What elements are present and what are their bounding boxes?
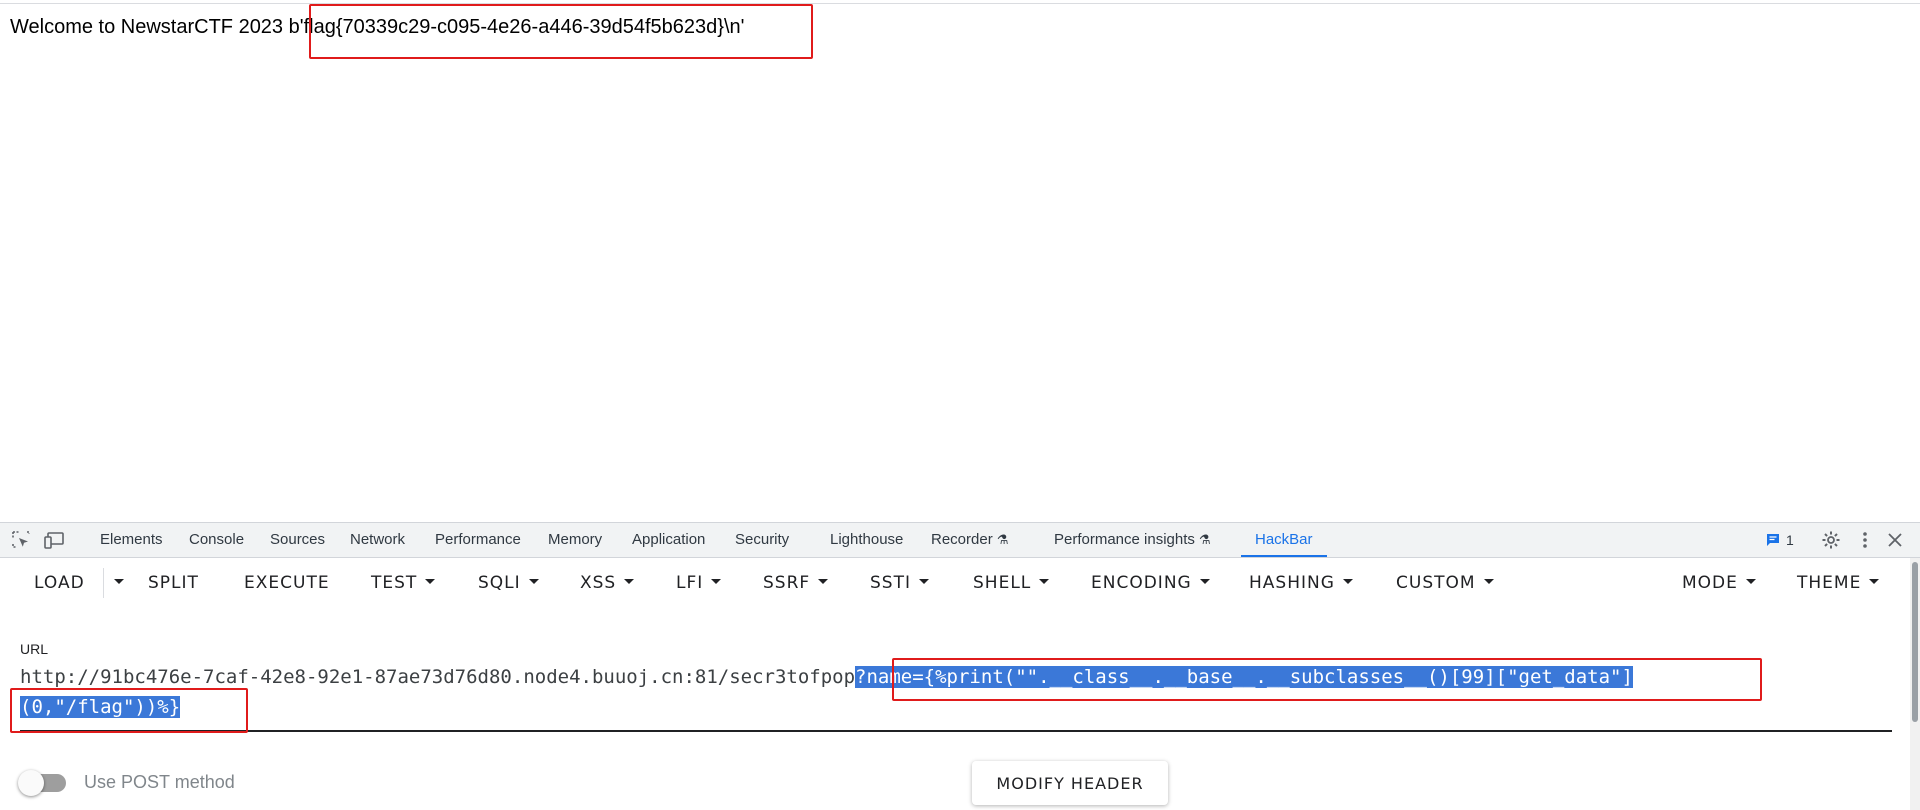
tab-console[interactable]: Console (189, 523, 244, 557)
caret-down-icon (528, 578, 539, 584)
ssrf-menu-button[interactable]: SSRF (763, 558, 829, 608)
hashing-menu-button[interactable]: HASHING (1249, 558, 1353, 608)
caret-down-icon (624, 578, 635, 584)
test-label: TEST (371, 573, 418, 593)
custom-menu-button[interactable]: CUSTOM (1396, 558, 1494, 608)
lfi-menu-button[interactable]: LFI (676, 558, 722, 608)
tab-network[interactable]: Network (350, 523, 405, 557)
encoding-label: ENCODING (1091, 573, 1192, 593)
welcome-text: Welcome to NewstarCTF 2023 (10, 16, 289, 38)
caret-down-icon (1745, 578, 1756, 584)
load-button[interactable]: LOAD (34, 558, 85, 608)
xss-label: XSS (580, 573, 617, 593)
url-label: URL (20, 641, 49, 657)
url-line-1: http://91bc476e-7caf-42e8-92e1-87ae73d76… (20, 662, 1633, 692)
tab-recorder-label: Recorder (931, 531, 993, 548)
tab-hackbar[interactable]: HackBar (1241, 523, 1327, 557)
caret-down-icon (1869, 578, 1880, 584)
issues-count: 1 (1786, 532, 1794, 548)
url-textarea[interactable]: http://91bc476e-7caf-42e8-92e1-87ae73d76… (20, 662, 1892, 732)
page-body-text: Welcome to NewstarCTF 2023 b'flag{70339c… (10, 14, 744, 40)
encoding-menu-button[interactable]: ENCODING (1091, 558, 1210, 608)
mode-label: MODE (1682, 573, 1738, 593)
url-selected-query-part1: ?name={%print("".__class__.__base__.__su… (855, 666, 1633, 688)
mode-menu-button[interactable]: MODE (1682, 558, 1756, 608)
caret-down-icon (1342, 578, 1353, 584)
issues-badge[interactable]: 1 (1766, 523, 1794, 557)
url-line-2: (0,"/flag"))%} (20, 692, 181, 722)
ssrf-label: SSRF (763, 573, 811, 593)
caret-down-icon (1483, 578, 1494, 584)
execute-button[interactable]: EXECUTE (244, 558, 330, 608)
inspect-element-icon[interactable] (10, 529, 32, 551)
experiment-flask-icon: ⚗ (996, 532, 1009, 547)
lfi-label: LFI (676, 573, 704, 593)
caret-down-icon (818, 578, 829, 584)
devtools-panel: Elements Console Sources Network Perform… (0, 522, 1920, 810)
tab-lighthouse[interactable]: Lighthouse (830, 523, 903, 557)
sqli-menu-button[interactable]: SQLI (478, 558, 539, 608)
tab-sources[interactable]: Sources (270, 523, 325, 557)
tab-performance-insights[interactable]: Performance insights ⚗ (1054, 523, 1211, 557)
caret-down-icon (425, 578, 436, 584)
use-post-toggle[interactable]: Use POST method (18, 769, 235, 796)
load-dropdown-button[interactable] (106, 558, 124, 608)
close-icon[interactable] (1884, 529, 1906, 551)
device-toolbar-icon[interactable] (44, 529, 66, 551)
viewport-top-border (0, 0, 1920, 4)
tab-memory[interactable]: Memory (548, 523, 602, 557)
tab-elements[interactable]: Elements (100, 523, 163, 557)
xss-menu-button[interactable]: XSS (580, 558, 635, 608)
tab-application[interactable]: Application (632, 523, 705, 557)
caret-down-icon (918, 578, 929, 584)
gear-icon[interactable] (1820, 529, 1842, 551)
more-options-icon[interactable] (1854, 529, 1876, 551)
shell-label: SHELL (973, 573, 1032, 593)
theme-menu-button[interactable]: THEME (1797, 558, 1880, 608)
hackbar-toolbar: LOAD SPLIT EXECUTE TEST SQLI XSS LFI SSR… (0, 558, 1908, 608)
modify-header-button[interactable]: MODIFY HEADER (972, 761, 1168, 805)
split-button[interactable]: SPLIT (148, 558, 199, 608)
ssti-menu-button[interactable]: SSTI (870, 558, 929, 608)
toggle-knob (18, 769, 44, 796)
caret-down-icon (711, 578, 722, 584)
url-selected-query-part2: (0,"/flag"))%} (20, 696, 181, 718)
scrollbar-thumb[interactable] (1912, 562, 1918, 722)
flag-output: b'flag{70339c29-c095-4e26-a446-39d54f5b6… (288, 16, 745, 38)
tab-performance[interactable]: Performance (435, 523, 521, 557)
hashing-label: HASHING (1249, 573, 1335, 593)
devtools-tabbar: Elements Console Sources Network Perform… (0, 522, 1920, 558)
caret-down-icon (1039, 578, 1050, 584)
ssti-label: SSTI (870, 573, 911, 593)
tab-performance-insights-label: Performance insights (1054, 531, 1195, 548)
sqli-label: SQLI (478, 573, 521, 593)
message-icon (1767, 534, 1779, 546)
url-base-text: http://91bc476e-7caf-42e8-92e1-87ae73d76… (20, 666, 856, 688)
experiment-flask-icon: ⚗ (1198, 532, 1211, 547)
load-separator (103, 568, 104, 598)
use-post-label: Use POST method (84, 772, 235, 792)
shell-menu-button[interactable]: SHELL (973, 558, 1050, 608)
toggle-track (18, 769, 66, 796)
theme-label: THEME (1797, 573, 1862, 593)
caret-down-icon (114, 578, 124, 584)
custom-label: CUSTOM (1396, 573, 1476, 593)
test-menu-button[interactable]: TEST (371, 558, 436, 608)
tab-recorder[interactable]: Recorder ⚗ (931, 523, 1008, 557)
hackbar-scrollbar[interactable] (1910, 558, 1920, 810)
tab-security[interactable]: Security (735, 523, 789, 557)
caret-down-icon (1199, 578, 1210, 584)
